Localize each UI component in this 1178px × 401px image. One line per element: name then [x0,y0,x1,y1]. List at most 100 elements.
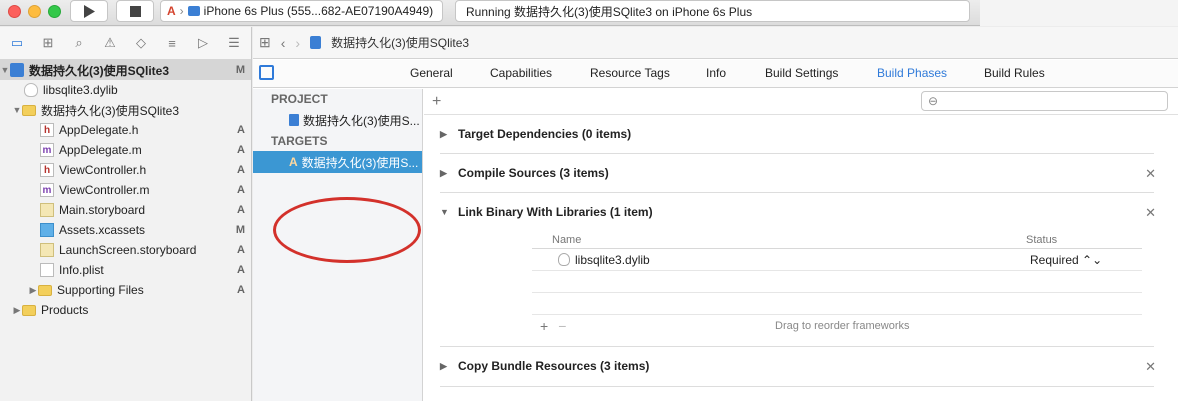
tree-row-file[interactable]: m ViewController.m A [0,180,251,200]
close-icon[interactable]: ✕ [1145,166,1156,182]
tab-build-rules[interactable]: Build Rules [984,66,1045,80]
scheme-selector[interactable]: A › iPhone 6s Plus (555...682-AE07190A49… [160,0,443,22]
back-arrow-icon[interactable]: ‹ [281,35,286,51]
tree-row-file[interactable]: LaunchScreen.storyboard A [0,240,251,260]
linked-libraries-table: Name Status libsqlite3.dylib Required ⌃⌄… [532,231,1142,337]
tab-general[interactable]: General [410,66,453,80]
project-icon [310,36,322,49]
warning-icon[interactable]: ⚠ [101,34,119,52]
tree-row-label: Main.storyboard [59,203,146,217]
disclosure-open-icon[interactable]: ▼ [440,207,450,217]
tree-row-group[interactable]: ▶ Products [0,300,251,320]
activity-status-text: Running 数据持久化(3)使用SQlite3 on iPhone 6s P… [466,4,753,19]
phase-title: Compile Sources (3 items) [458,166,609,180]
tree-row-file[interactable]: Main.storyboard A [0,200,251,220]
chevron-right-icon: › [179,4,184,18]
tree-row-file[interactable]: Assets.xcassets M [0,220,251,240]
close-icon[interactable]: ✕ [1145,359,1156,375]
tree-row-group[interactable]: ▶ Supporting Files A [0,280,251,300]
drag-hint: Drag to reorder frameworks [775,320,910,332]
jump-bar-crumb[interactable]: 数据持久化(3)使用SQlite3 [331,34,469,51]
tree-row-file[interactable]: m AppDelegate.m A [0,140,251,160]
add-phase-button[interactable]: + [432,93,441,111]
play-icon [84,4,95,18]
tab-capabilities[interactable]: Capabilities [490,66,552,80]
remove-library-button[interactable]: − [558,318,566,334]
minimize-window-button[interactable] [28,5,41,18]
tab-info[interactable]: Info [706,66,726,80]
breakpoint-icon[interactable]: ▷ [194,34,212,52]
asset-catalog-icon [40,223,54,237]
window-toolbar: A › iPhone 6s Plus (555...682-AE07190A49… [0,0,1178,26]
disclosure-closed-icon[interactable]: ▶ [12,305,22,316]
source-file-icon: m [40,143,54,157]
library-icon [558,253,570,266]
phase-filter-field[interactable]: ⊖ [921,91,1168,111]
close-icon[interactable]: ✕ [1145,205,1156,221]
project-list-label: 数据持久化(3)使用S... [303,113,420,128]
source-file-icon: m [40,183,54,197]
related-items-icon[interactable]: ⊞ [259,34,271,51]
tree-row-label: Assets.xcassets [59,223,146,237]
header-file-icon: h [40,163,54,177]
phase-header[interactable]: ▶ Copy Bundle Resources (3 items) [440,347,649,385]
file-status: M [235,224,245,236]
folder-icon [38,284,52,296]
project-list-item[interactable]: 数据持久化(3)使用S... [253,109,422,131]
file-status: A [237,144,245,156]
table-empty-row [532,293,1142,315]
add-library-button[interactable]: + [540,318,548,334]
tree-row-label: AppDelegate.m [59,143,142,157]
tree-row-file[interactable]: h ViewController.h A [0,160,251,180]
search-icon[interactable]: ⌕ [70,34,88,52]
file-status: A [237,284,245,296]
tree-row-file[interactable]: h AppDelegate.h A [0,120,251,140]
tab-resource-tags[interactable]: Resource Tags [590,66,670,80]
table-empty-row [532,271,1142,293]
forward-arrow-icon[interactable]: › [295,35,300,51]
disclosure-closed-icon[interactable]: ▶ [28,285,38,296]
folder-icon[interactable]: ▭ [8,34,26,52]
test-icon[interactable]: ◇ [132,34,150,52]
status-popup[interactable]: Required ⌃⌄ [1030,253,1102,267]
app-target-icon: A [167,4,176,18]
project-row[interactable]: ▼ 数据持久化(3)使用SQlite3 M [0,60,251,80]
tree-row-label: Supporting Files [57,283,144,297]
storyboard-icon [40,243,54,257]
file-tree: ▼ 数据持久化(3)使用SQlite3 M libsqlite3.dylib ▼… [0,60,251,320]
sidebar-toggle-icon[interactable] [259,65,274,80]
targets-section-header: TARGETS [271,134,328,148]
tab-build-phases[interactable]: Build Phases [877,66,947,80]
column-status-header[interactable]: Status [1026,234,1057,246]
tree-row-group[interactable]: ▼ 数据持久化(3)使用SQlite3 [0,100,251,120]
close-window-button[interactable] [8,5,21,18]
zoom-window-button[interactable] [48,5,61,18]
tab-build-settings[interactable]: Build Settings [765,66,838,80]
phase-header[interactable]: ▶ Compile Sources (3 items) [440,154,609,192]
tree-row-libsqlite[interactable]: libsqlite3.dylib [0,80,251,100]
column-name-header[interactable]: Name [552,234,581,246]
stop-icon [129,5,141,17]
stop-button[interactable] [116,0,154,22]
project-section-header: PROJECT [271,92,328,106]
tree-row-file[interactable]: Info.plist A [0,260,251,280]
symbol-navigator-icon[interactable]: ⊞ [39,34,57,52]
table-row[interactable]: libsqlite3.dylib Required ⌃⌄ [532,249,1142,271]
file-status: A [237,264,245,276]
disclosure-open-icon[interactable]: ▼ [0,65,10,75]
report-icon[interactable]: ☰ [225,34,243,52]
debug-icon[interactable]: ≡ [163,34,181,52]
phase-title: Link Binary With Libraries (1 item) [458,205,653,219]
header-file-icon: h [40,123,54,137]
phase-header[interactable]: ▼ Link Binary With Libraries (1 item) [440,193,653,231]
phase-header[interactable]: ▶ Target Dependencies (0 items) [440,115,631,153]
target-list-item[interactable]: A 数据持久化(3)使用S... [253,151,422,173]
disclosure-closed-icon[interactable]: ▶ [440,129,450,140]
disclosure-closed-icon[interactable]: ▶ [440,361,450,372]
library-icon [24,83,38,97]
tree-row-label: AppDelegate.h [59,123,139,137]
disclosure-closed-icon[interactable]: ▶ [440,168,450,179]
table-footer: + − Drag to reorder frameworks [532,315,1142,337]
disclosure-open-icon[interactable]: ▼ [12,105,22,115]
run-button[interactable] [70,0,108,22]
